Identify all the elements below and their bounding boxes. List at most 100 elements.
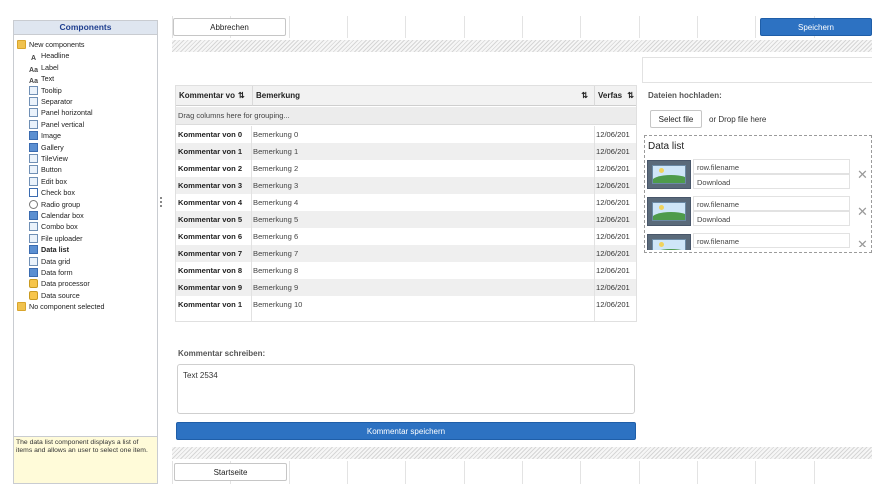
data-list-title: Data list [648, 141, 685, 152]
image-thumbnail [647, 197, 691, 226]
tree-item[interactable]: TileView [29, 153, 68, 164]
table-cell: Kommentar von 0 [178, 130, 243, 139]
tree-item-label: Data grid [41, 256, 71, 266]
tree-item-label: Tooltip [41, 85, 62, 95]
tree-item[interactable]: New components [17, 39, 85, 50]
data-list-item[interactable]: row.filename Download [647, 159, 851, 191]
tree-item[interactable]: Data form [29, 267, 73, 278]
tree-item-label: Calendar box [41, 211, 84, 220]
comment-input[interactable]: Text 2534 [177, 364, 635, 414]
tree-item[interactable]: Check box [29, 187, 75, 198]
table-row[interactable]: Kommentar von 0 Bemerkung 0 12/06/201 [176, 126, 636, 143]
filename-field: row.filename [693, 196, 850, 211]
table-row[interactable]: Kommentar von 1 Bemerkung 10 12/06/201 [176, 296, 636, 313]
separator-hatch-top [172, 40, 872, 52]
column-header-label: Verfas [598, 91, 623, 100]
tree-item[interactable]: Separator [29, 96, 73, 107]
filename-field: row.filename [693, 159, 850, 174]
cancel-button[interactable]: Abbrechen [173, 18, 286, 36]
panel-splitter[interactable] [160, 195, 163, 211]
tree-item-label: Data list [41, 245, 69, 255]
home-button[interactable]: Startseite [174, 463, 287, 481]
comment-label: Kommentar schreiben: [178, 349, 266, 358]
tree-item-label: Panel horizontal [41, 108, 93, 118]
remove-icon[interactable]: ✕ [857, 167, 868, 183]
tree-item[interactable]: Calendar box [29, 210, 84, 221]
column-divider [251, 126, 252, 322]
table-row[interactable]: Kommentar von 5 Bemerkung 5 12/06/201 [176, 211, 636, 228]
remove-icon[interactable]: ✕ [857, 204, 868, 220]
tree-item[interactable]: Data source [29, 290, 80, 301]
check-box-icon [29, 188, 38, 198]
table-cell: 12/06/201 [596, 300, 630, 309]
select-file-button[interactable]: Select file [650, 110, 702, 128]
table-row[interactable]: Kommentar von 4 Bemerkung 4 12/06/201 [176, 194, 636, 211]
tree-item[interactable]: Gallery [29, 142, 64, 153]
tree-item-label: No component selected [29, 302, 105, 312]
tree-item[interactable]: Aa Label [29, 62, 59, 74]
table-cell: 12/06/201 [596, 283, 630, 292]
data-processor-icon [29, 279, 38, 289]
remove-icon[interactable]: ✕ [857, 238, 868, 247]
combo-box-icon [29, 222, 38, 232]
tree-item[interactable]: Data grid [29, 256, 70, 267]
data-list-icon [29, 245, 38, 255]
table-row[interactable]: Kommentar von 6 Bemerkung 6 12/06/201 [176, 228, 636, 245]
table-row[interactable]: Kommentar von 9 Bemerkung 9 12/06/201 [176, 279, 636, 296]
tree-item[interactable]: Data list [29, 244, 69, 255]
drop-zone-hint[interactable]: or Drop file here [709, 115, 766, 124]
download-link[interactable]: Download [693, 174, 850, 189]
gallery-icon [29, 142, 38, 152]
tree-item[interactable]: Data processor [29, 278, 90, 289]
sort-icon[interactable]: ⇅ [238, 91, 245, 100]
tree-item[interactable]: Tooltip [29, 85, 62, 96]
tree-item-label: Edit box [41, 176, 67, 186]
comment-section: Kommentar schreiben: Text 2534 [175, 346, 637, 422]
table-row[interactable]: Kommentar von 3 Bemerkung 3 12/06/201 [176, 177, 636, 194]
tree-item-label: Image [41, 131, 61, 141]
data-list-item[interactable]: row.filename [647, 233, 851, 250]
column-header-kommentar[interactable]: Kommentar vo ⇅ [176, 86, 253, 106]
sort-icon[interactable]: ⇅ [627, 86, 634, 106]
tree-item[interactable]: Combo box [29, 221, 78, 232]
column-header-bemerkung[interactable]: Bemerkung ⇅ [253, 86, 595, 106]
tree-item[interactable]: Button [29, 164, 62, 175]
data-list-item[interactable]: row.filename Download [647, 196, 851, 228]
table-row[interactable]: Kommentar von 7 Bemerkung 7 12/06/201 [176, 245, 636, 262]
tree-item[interactable]: Radio group [29, 199, 80, 210]
file-uploader-icon [29, 233, 38, 243]
table-cell: 12/06/201 [596, 266, 630, 275]
tree-item[interactable]: A Headline [29, 50, 69, 62]
tree-item-label: Radio group [41, 199, 81, 209]
comments-grid: Kommentar vo ⇅ Bemerkung ⇅ Verfas ⇅ Drag co… [175, 85, 637, 322]
save-button[interactable]: Speichern [760, 18, 872, 36]
tree-item-label: Data processor [41, 279, 90, 289]
components-panel-title: Components [14, 21, 157, 35]
sort-icon[interactable]: ⇅ [581, 86, 588, 106]
data-form-icon [29, 268, 38, 277]
column-header-verfasser[interactable]: Verfas ⇅ [595, 86, 636, 106]
tree-item[interactable]: Panel vertical [29, 119, 84, 130]
table-cell: Kommentar von 5 [178, 215, 243, 224]
tree-item-label: Button [41, 165, 62, 175]
tree-item[interactable]: File uploader [29, 233, 83, 244]
tree-item-label: TileView [41, 154, 68, 163]
table-row[interactable]: Kommentar von 2 Bemerkung 2 12/06/201 [176, 160, 636, 177]
tree-item[interactable]: Panel horizontal [29, 107, 93, 118]
download-link[interactable]: Download [693, 211, 850, 226]
right-header-box [642, 57, 872, 83]
tree-item-label: Check box [41, 188, 75, 198]
tree-item[interactable]: Aa Text [29, 73, 54, 85]
folder-icon [17, 302, 26, 312]
button-icon [29, 165, 38, 175]
tree-item[interactable]: Image [29, 130, 61, 141]
save-comment-button[interactable]: Kommentar speichern [176, 422, 636, 440]
table-cell: Kommentar von 9 [178, 283, 243, 292]
tree-item[interactable]: No component selected [17, 301, 105, 312]
tree-item-label: Panel vertical [41, 119, 85, 129]
group-by-area[interactable]: Drag columns here for grouping... [176, 107, 636, 125]
table-row[interactable]: Kommentar von 8 Bemerkung 8 12/06/201 [176, 262, 636, 279]
tooltip-icon [29, 85, 38, 95]
table-row[interactable]: Kommentar von 1 Bemerkung 1 12/06/201 [176, 143, 636, 160]
tree-item[interactable]: Edit box [29, 176, 67, 187]
